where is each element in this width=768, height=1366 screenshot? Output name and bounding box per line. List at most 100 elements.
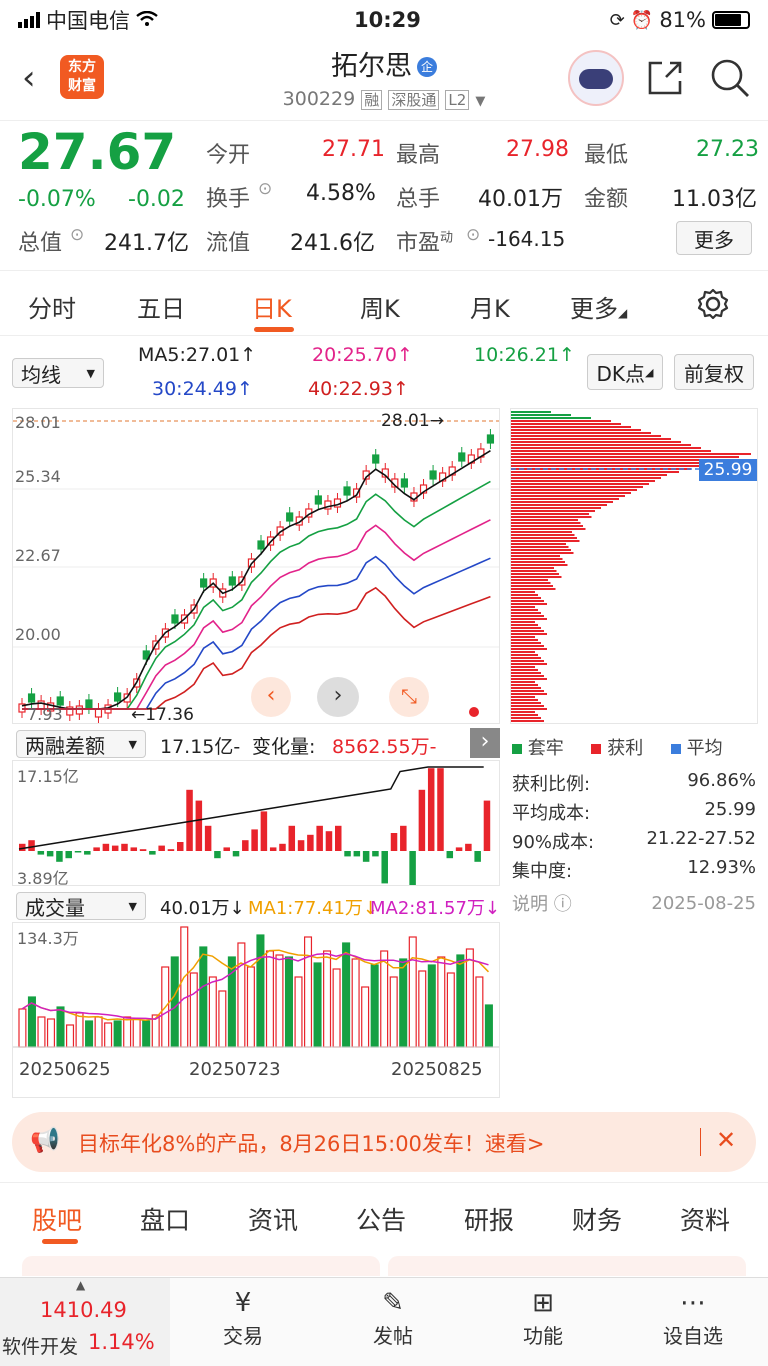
chip-bar <box>511 501 613 503</box>
margin-bar <box>111 845 119 851</box>
assistant-avatar[interactable] <box>568 50 624 106</box>
chip-bar <box>511 477 661 479</box>
chip-bar <box>511 564 568 566</box>
margin-change: 8562.55万- <box>332 736 437 758</box>
chip-bar <box>511 705 544 707</box>
tab-five-day[interactable]: 五日 <box>137 289 185 324</box>
adjust-button[interactable]: 前复权 <box>674 354 754 390</box>
chip-bar <box>511 549 571 551</box>
candle <box>372 454 380 464</box>
chip-bar <box>511 414 571 416</box>
sector-index[interactable]: ▲ 1410.49 软件开发 1.14% <box>0 1278 170 1366</box>
chip-bar <box>511 489 637 491</box>
min-price-label: ←17.36 <box>131 705 194 724</box>
chip-bar <box>511 591 535 593</box>
tab-more[interactable]: 更多◢ <box>570 289 627 324</box>
info-icon[interactable]: ⊙ <box>466 225 480 245</box>
tab-guba[interactable]: 股吧 <box>32 1201 82 1237</box>
promo-banner[interactable]: 📢 目标年化8%的产品，8月26日15:00发车！速看> ✕ <box>12 1112 756 1172</box>
chip-stats: 获利比例: 96.86% 平均成本: 25.99 90%成本: 21.22-27.52… <box>512 770 756 916</box>
float-cap: 241.6亿 <box>290 231 375 256</box>
chip-bar <box>511 456 739 458</box>
tab-research[interactable]: 研报 <box>464 1201 514 1237</box>
margin-bar <box>84 851 91 855</box>
chip-bar <box>511 567 554 569</box>
date-label-1: 20250625 <box>19 1059 111 1080</box>
dk-point-button[interactable]: DK点 ◢ <box>587 354 663 390</box>
tab-announcements[interactable]: 公告 <box>356 1201 406 1237</box>
margin-selector[interactable]: 两融差额 ▼ <box>16 730 146 758</box>
chip-bar <box>511 519 578 521</box>
chip-bar <box>511 504 607 506</box>
kline-chart[interactable]: 28.01 25.34 22.67 20.00 7.93 28.01→ ←17.… <box>12 408 500 724</box>
tab-monthly-k[interactable]: 月K <box>470 289 510 324</box>
chip-help-link[interactable]: 说明 ⓘ <box>512 890 572 916</box>
volume-bar <box>199 946 208 1048</box>
chip-bar <box>511 708 547 710</box>
close-icon[interactable]: ✕ <box>716 1126 736 1154</box>
info-icon[interactable]: ⊙ <box>258 179 272 199</box>
chip-bar <box>511 507 601 509</box>
y-label-1: 28.01 <box>15 413 61 432</box>
pan-right-button[interactable]: › <box>317 677 359 717</box>
info-icon[interactable]: ⊙ <box>70 225 84 245</box>
margin-svg <box>18 766 491 885</box>
chip-bar <box>511 552 574 554</box>
expand-icon[interactable]: ⤡ <box>389 677 429 717</box>
margin-chart[interactable]: 17.15亿 3.89亿 <box>12 760 500 886</box>
nav-trade[interactable]: ¥ 交易 <box>198 1286 288 1349</box>
chip-bar <box>511 423 621 425</box>
tab-finance[interactable]: 财务 <box>572 1201 622 1237</box>
margin-bar <box>279 843 286 851</box>
volume-bar <box>56 1006 65 1048</box>
nav-add-watchlist[interactable]: ⋯ 设自选 <box>648 1286 738 1349</box>
volume-bar <box>418 970 427 1048</box>
battery-icon <box>712 11 750 29</box>
margin-bar <box>316 825 323 851</box>
margin-bar <box>269 847 277 851</box>
nav-post[interactable]: ✎ 发帖 <box>348 1286 438 1349</box>
tab-profile[interactable]: 资料 <box>680 1201 730 1237</box>
lock-rotation-icon: ⟳ <box>609 9 625 31</box>
indicator-selector[interactable]: 均线 ▼ <box>12 358 104 388</box>
chip-bar <box>511 579 548 581</box>
chip-bar <box>511 690 544 692</box>
chip-bar <box>511 429 641 431</box>
margin-bar <box>390 833 398 851</box>
candle <box>27 693 36 703</box>
chip-bar <box>511 630 544 632</box>
card-peek-right <box>388 1256 746 1276</box>
stock-title: 拓尔思 <box>330 51 412 82</box>
share-icon[interactable] <box>644 57 686 103</box>
chip-bar <box>511 642 541 644</box>
y-label-2: 25.34 <box>15 467 61 486</box>
volume-bar <box>380 950 389 1048</box>
chip-bar <box>511 687 541 689</box>
volume-bar <box>437 956 446 1048</box>
volume-bar <box>180 926 189 1048</box>
tab-news[interactable]: 资讯 <box>248 1201 298 1237</box>
chip-bar <box>511 450 711 452</box>
tab-intraday[interactable]: 分时 <box>28 289 76 324</box>
search-icon[interactable] <box>708 56 752 104</box>
tab-weekly-k[interactable]: 周K <box>360 289 400 324</box>
volume-bar <box>313 962 322 1048</box>
ma10-label: 10:26.21↑ <box>474 344 575 366</box>
nav-functions[interactable]: ⊞ 功能 <box>498 1286 588 1349</box>
chevron-down-icon[interactable]: ▼ <box>475 94 485 109</box>
zoom-in-button[interactable]: ‹ <box>251 677 291 717</box>
volume-selector[interactable]: 成交量 ▼ <box>16 892 146 920</box>
expand-panel-button[interactable]: › <box>470 728 500 758</box>
margin-bar <box>325 831 333 851</box>
margin-bottom-label: 3.89亿 <box>17 869 69 886</box>
total-volume: 40.01万 <box>478 187 563 212</box>
more-button[interactable]: 更多 <box>676 221 752 255</box>
volume-chart[interactable]: 134.3万 20250625 20250723 20250825 <box>12 922 500 1098</box>
turnover-rate: 4.58% <box>306 181 376 206</box>
megaphone-icon: 📢 <box>30 1126 60 1154</box>
chip-bar <box>511 615 544 617</box>
gear-icon[interactable] <box>696 287 730 325</box>
tab-daily-k[interactable]: 日K <box>252 289 292 324</box>
chip-bar <box>511 600 544 602</box>
tab-pankou[interactable]: 盘口 <box>140 1201 190 1237</box>
